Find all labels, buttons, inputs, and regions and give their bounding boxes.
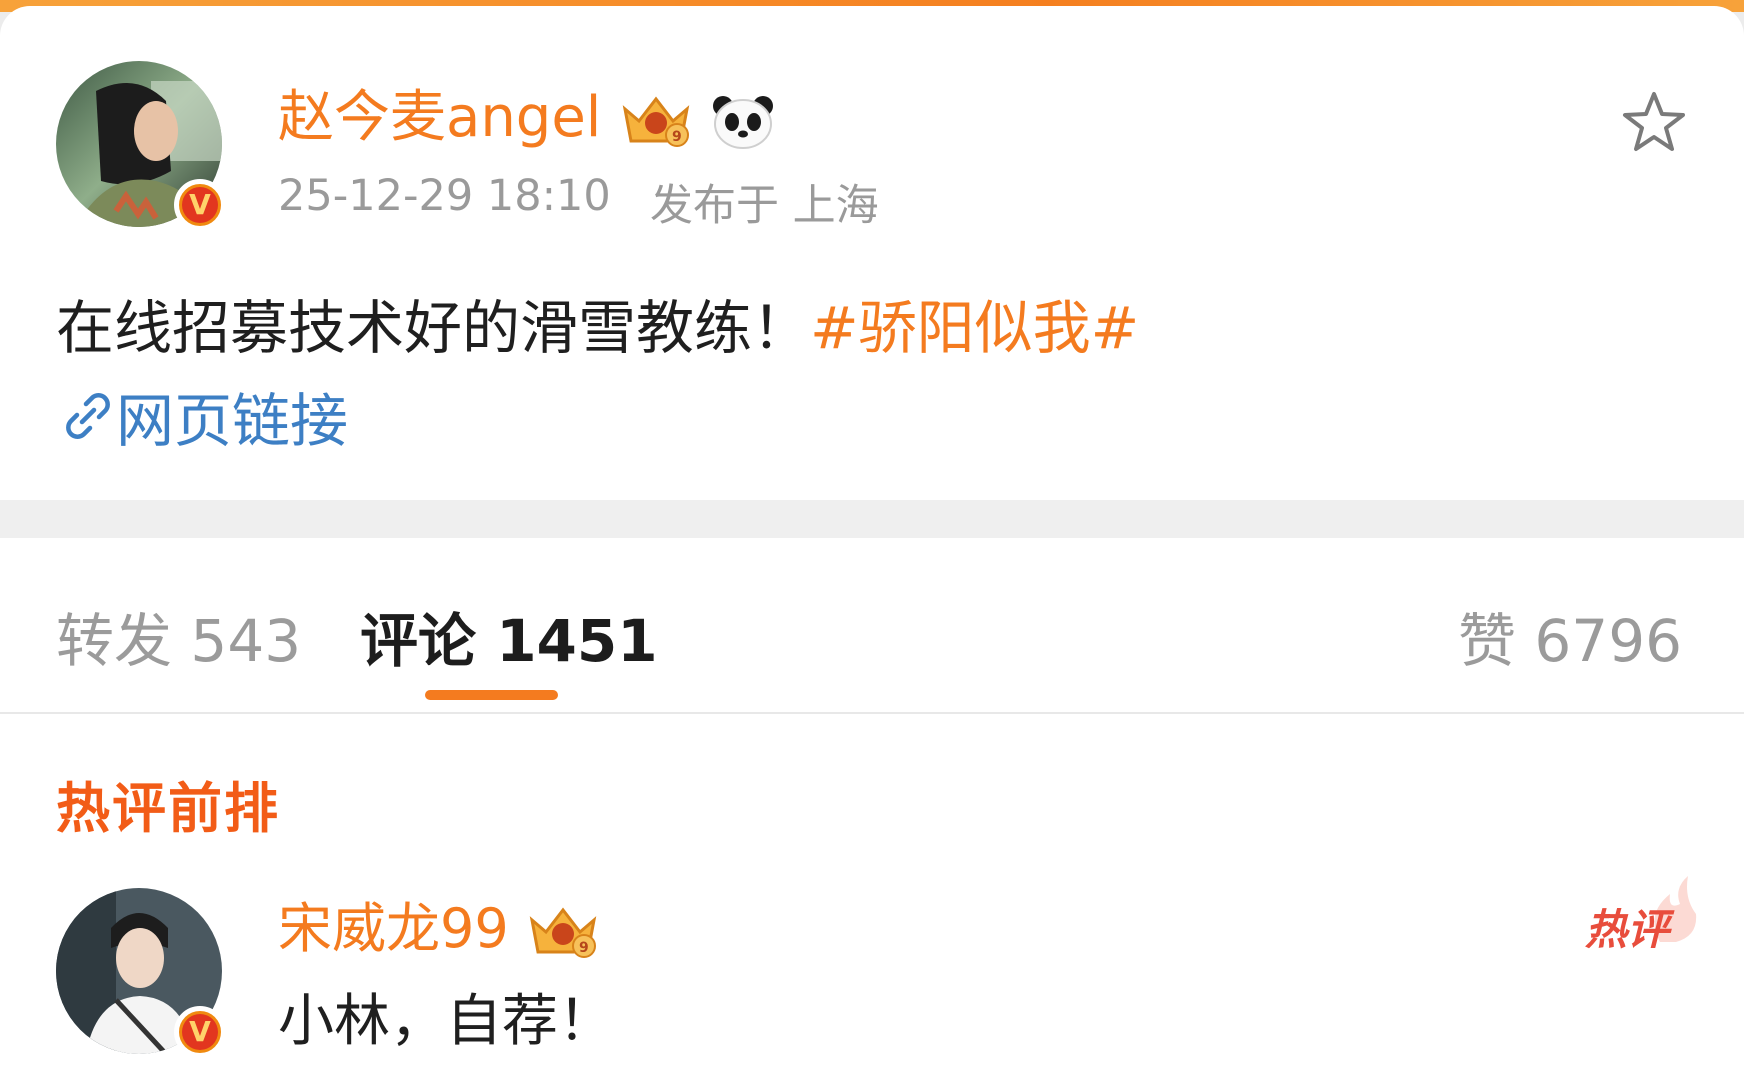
post-author-label: 赵今麦angel: [278, 85, 602, 150]
commenter-name[interactable]: 宋威龙99 9: [278, 884, 600, 963]
post-body: 在线招募技术好的滑雪教练！#骄阳似我#: [56, 281, 1139, 365]
section-divider: [0, 500, 1744, 538]
engagement-tabs: 转发 543 评论 1451 赞 6796: [0, 538, 1744, 714]
web-link-label: 网页链接: [116, 387, 349, 455]
post-card: V 赵今麦angel 9 25-12-29 18:10 发布于 上海 在线招募技…: [0, 6, 1744, 500]
svg-text:9: 9: [672, 129, 682, 145]
crown-vip-icon: 9: [529, 907, 597, 959]
crown-vip-icon: 9: [622, 96, 690, 147]
commenter-verified-badge-icon: V: [174, 1006, 226, 1058]
author-avatar[interactable]: V: [56, 61, 226, 231]
post-body-text: 在线招募技术好的滑雪教练！: [56, 294, 811, 362]
hot-comments-heading: 热评前排: [56, 777, 280, 840]
tab-repost[interactable]: 转发 543: [56, 594, 301, 678]
web-link[interactable]: 网页链接: [60, 374, 348, 458]
favorite-star-icon[interactable]: [1620, 88, 1688, 156]
commenter-avatar[interactable]: V: [56, 888, 226, 1058]
post-author-name[interactable]: 赵今麦angel 9: [278, 72, 775, 153]
post-timestamp: 25-12-29 18:10: [278, 171, 611, 221]
hot-comment-badge: 热评: [1585, 905, 1670, 954]
active-tab-indicator: [425, 690, 558, 700]
hashtag-link[interactable]: #骄阳似我#: [810, 294, 1139, 362]
commenter-name-label: 宋威龙99: [278, 897, 509, 960]
post-location: 发布于 上海: [650, 181, 879, 231]
svg-text:9: 9: [579, 940, 589, 956]
link-icon: [66, 393, 110, 439]
tab-like[interactable]: 赞 6796: [1458, 594, 1682, 678]
comment-text: 小林，自荐！: [278, 989, 614, 1054]
comments-section: 热评前排 V 宋威龙99 9 热评 小林，自荐！: [0, 714, 1744, 1080]
panda-icon: [713, 95, 773, 149]
tab-comment[interactable]: 评论 1451: [360, 594, 658, 678]
verified-badge-icon: V: [174, 179, 226, 231]
